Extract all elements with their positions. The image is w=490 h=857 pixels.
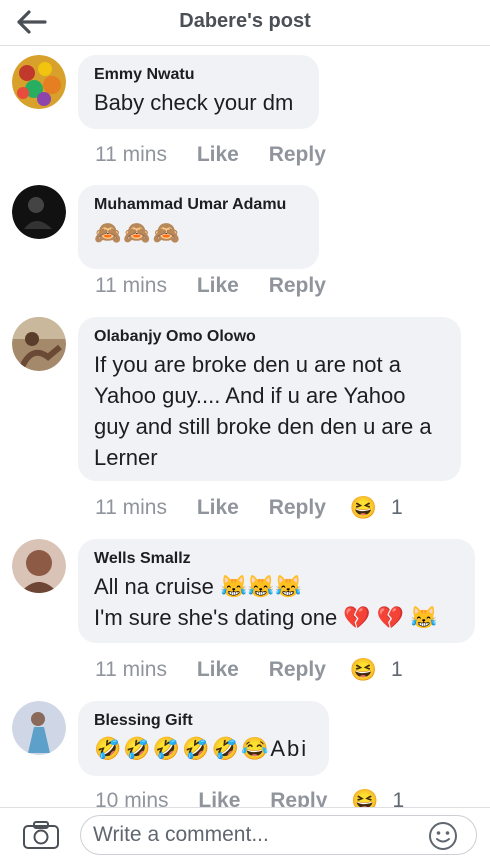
reply-button[interactable]: Reply [269, 494, 326, 522]
avatar[interactable] [12, 539, 66, 593]
comment-author[interactable]: Emmy Nwatu [94, 65, 303, 85]
comment-timestamp: 11 mins [95, 658, 167, 682]
comment-timestamp: 11 mins [95, 274, 167, 298]
reaction-count[interactable]: 1 [393, 787, 405, 807]
comment-actions: 11 mins Like Reply 😆 1 [95, 656, 403, 684]
comment-text-line: All na cruise 😹😹😹 [94, 574, 303, 599]
comment-actions: 10 mins Like Reply 😆 1 [95, 787, 404, 807]
emoji-smiley-icon[interactable] [428, 821, 458, 851]
comment-author[interactable]: Wells Smallz [94, 549, 459, 569]
comment-text: 🤣🤣🤣🤣🤣😂Abi [94, 736, 309, 761]
like-button[interactable]: Like [197, 141, 239, 169]
comment-bubble: Blessing Gift 🤣🤣🤣🤣🤣😂Abi [78, 701, 329, 776]
laugh-reaction-icon[interactable]: 😆 [350, 656, 377, 684]
comment-text: Baby check your dm [94, 90, 294, 115]
comment-actions: 11 mins Like Reply 😆 1 [95, 494, 403, 522]
reaction-count[interactable]: 1 [391, 494, 403, 522]
avatar[interactable] [12, 185, 66, 239]
reply-button[interactable]: Reply [270, 787, 327, 807]
page-title: Dabere's post [179, 10, 311, 32]
comment-list[interactable]: Emmy Nwatu Baby check your dm 11 mins Li… [0, 47, 490, 807]
avatar[interactable] [12, 317, 66, 371]
avatar[interactable] [12, 701, 66, 755]
like-button[interactable]: Like [197, 272, 239, 300]
reply-button[interactable]: Reply [269, 656, 326, 684]
like-button[interactable]: Like [197, 494, 239, 522]
comment-actions: 11 mins Like Reply [95, 141, 344, 169]
laugh-reaction-icon[interactable]: 😆 [351, 787, 378, 807]
comment-bubble: Muhammad Umar Adamu 🙈🙈🙈 [78, 185, 319, 269]
avatar[interactable] [12, 55, 66, 109]
comment-actions: 11 mins Like Reply [95, 272, 344, 300]
comment-author[interactable]: Olabanjy Omo Olowo [94, 327, 445, 347]
comment-bubble: Olabanjy Omo Olowo If you are broke den … [78, 317, 461, 481]
comment-text: If you are broke den u are not a Yahoo g… [94, 352, 432, 470]
top-bar: Dabere's post [0, 0, 490, 46]
camera-icon[interactable] [22, 820, 60, 850]
comment-text: 🙈🙈🙈 [94, 220, 183, 245]
reply-button[interactable]: Reply [269, 272, 326, 300]
comment-timestamp: 11 mins [95, 143, 167, 167]
comment-input[interactable] [80, 815, 477, 855]
comment-timestamp: 11 mins [95, 496, 167, 520]
comment-text-line: I'm sure she's dating one 💔 💔 😹 [94, 605, 438, 630]
comment-composer [0, 807, 490, 857]
comment-author[interactable]: Blessing Gift [94, 711, 313, 731]
comment-author[interactable]: Muhammad Umar Adamu [94, 195, 303, 215]
like-button[interactable]: Like [198, 787, 240, 807]
comment-bubble: Emmy Nwatu Baby check your dm [78, 55, 319, 129]
comment-bubble: Wells Smallz All na cruise 😹😹😹 I'm sure … [78, 539, 475, 643]
laugh-reaction-icon[interactable]: 😆 [350, 494, 377, 522]
reply-button[interactable]: Reply [269, 141, 326, 169]
like-button[interactable]: Like [197, 656, 239, 684]
reaction-count[interactable]: 1 [391, 656, 403, 684]
comment-timestamp: 10 mins [95, 789, 169, 807]
